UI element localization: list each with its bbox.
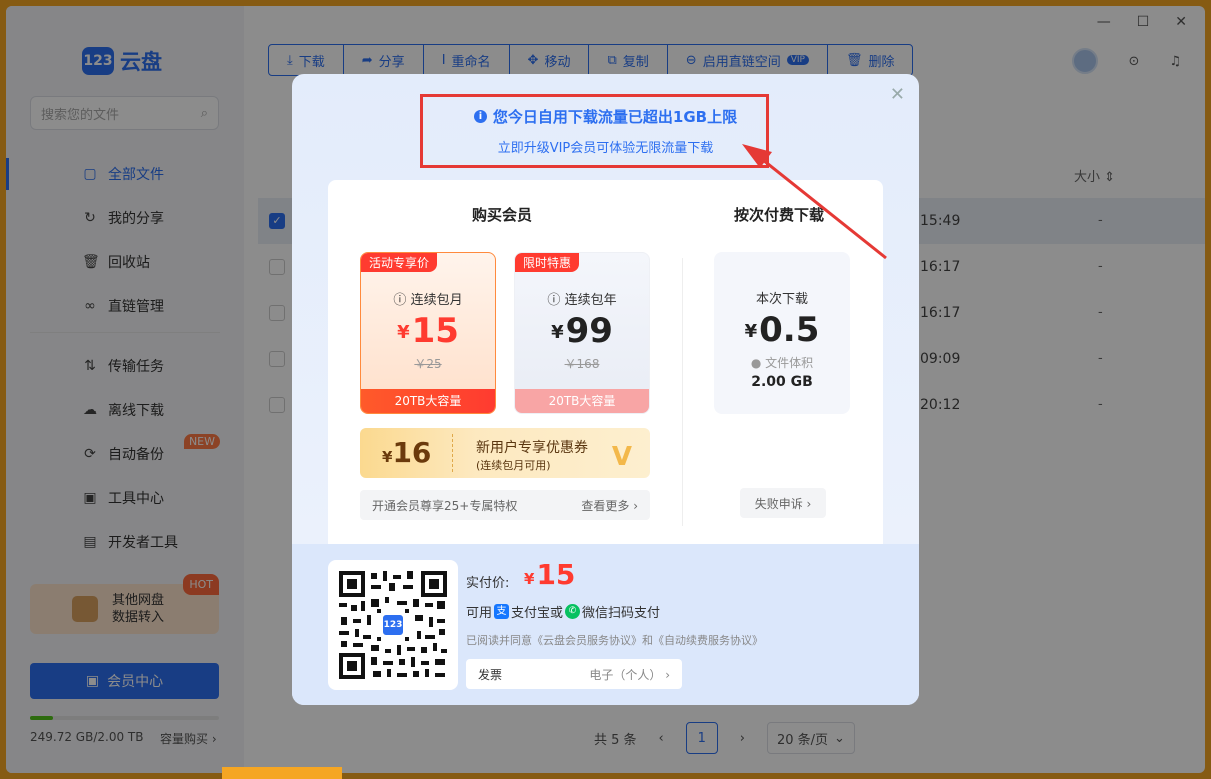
view-more-link[interactable]: 查看更多 › <box>581 497 638 514</box>
qr-logo-badge: 123 <box>381 613 405 637</box>
per-download-card[interactable]: 本次下载 ¥0.5 ● 文件体积 2.00 GB <box>714 252 850 414</box>
wechat-label: 微信扫码支付 <box>582 606 661 621</box>
perks-text: 开通会员尊享25+专属特权 <box>372 498 518 513</box>
coupon-divider <box>452 434 453 472</box>
plan-monthly[interactable]: 活动专享价 ⓘ 连续包月 ¥15 ￥25 20TB大容量 <box>360 252 496 414</box>
invoice-label: 发票 <box>478 667 503 682</box>
methods-prefix: 可用 <box>466 606 493 621</box>
perks-row[interactable]: 开通会员尊享25+专属特权 查看更多 › <box>360 490 650 520</box>
plan-name-text: 连续包月 <box>410 293 463 308</box>
per-download-price-value: 0.5 <box>759 310 820 350</box>
plan-price-value: 15 <box>411 311 459 351</box>
plan-tag: 活动专享价 <box>361 253 438 272</box>
purchase-panel: 购买会员 按次付费下载 活动专享价 ⓘ 连续包月 ¥15 ￥25 20TB大容量… <box>328 180 883 560</box>
file-size-value: 2.00 GB <box>751 374 813 390</box>
new-user-coupon[interactable]: ¥16 新用户专享优惠券 (连续包月可用) V <box>360 428 650 478</box>
panel-divider <box>682 258 683 526</box>
per-download-price: ¥0.5 <box>714 310 850 350</box>
yen-symbol: ¥ <box>382 448 393 466</box>
traffic-limit-modal: ✕ i 您今日自用下载流量已超出1GB上限 立即升级VIP会员可体验无限流量下载 … <box>292 74 919 705</box>
failure-appeal-button[interactable]: 失败申诉 › <box>740 488 826 518</box>
bottom-strip <box>222 767 342 779</box>
coupon-note: (连续包月可用) <box>476 459 551 472</box>
buy-membership-title: 购买会员 <box>472 206 533 224</box>
payment-area: 123 实付价: ¥15 可用 支 支付宝或 ✆ 微信扫码支付 已阅读并同意《云… <box>292 544 919 705</box>
plan-original-price: ￥25 <box>414 357 442 371</box>
coupon-v-icon: V <box>611 442 632 472</box>
plan-price-value: 99 <box>565 311 613 351</box>
invoice-value: 电子（个人） › <box>589 667 670 682</box>
actual-price-label: 实付价: <box>466 576 510 591</box>
coupon-amount: ¥16 <box>382 436 431 469</box>
coupon-title: 新用户专享优惠券 <box>476 440 588 456</box>
alipay-label: 支付宝或 <box>511 606 564 621</box>
annotation-highlight-box <box>420 94 769 168</box>
plan-name: ⓘ 连续包年 <box>547 293 617 308</box>
close-icon[interactable]: ✕ <box>890 84 905 105</box>
plan-capacity: 20TB大容量 <box>515 389 649 413</box>
coupon-amount-value: 16 <box>392 436 432 469</box>
pay-per-download-title: 按次付费下载 <box>734 206 825 224</box>
alipay-icon: 支 <box>494 604 510 619</box>
invoice-selector[interactable]: 发票 电子（个人） › <box>466 659 682 689</box>
plan-capacity: 20TB大容量 <box>361 389 495 413</box>
plan-yearly[interactable]: 限时特惠 ⓘ 连续包年 ¥99 ￥168 20TB大容量 <box>514 252 650 414</box>
payment-qr-code: 123 <box>328 560 458 690</box>
plan-original-price: ￥168 <box>564 357 600 371</box>
plan-tag: 限时特惠 <box>515 253 580 272</box>
file-size-label: ● 文件体积 <box>750 356 814 370</box>
plan-price: ¥15 <box>361 311 495 351</box>
payment-methods: 可用 支 支付宝或 ✆ 微信扫码支付 <box>466 602 660 621</box>
plan-name: ⓘ 连续包月 <box>393 293 463 308</box>
yen-symbol: ¥ <box>744 321 758 342</box>
actual-price: ¥15 <box>524 558 575 591</box>
yen-symbol: ¥ <box>397 322 410 343</box>
file-size-label-text: 文件体积 <box>765 356 814 370</box>
agreement-text[interactable]: 已阅读并同意《云盘会员服务协议》和《自动续费服务协议》 <box>466 632 763 648</box>
yen-symbol: ¥ <box>524 570 535 588</box>
actual-price-value: 15 <box>536 558 576 591</box>
wechat-icon: ✆ <box>565 604 581 619</box>
per-download-name: 本次下载 <box>755 292 808 307</box>
plan-name-text: 连续包年 <box>564 293 617 308</box>
plan-price: ¥99 <box>515 311 649 351</box>
yen-symbol: ¥ <box>551 322 564 343</box>
